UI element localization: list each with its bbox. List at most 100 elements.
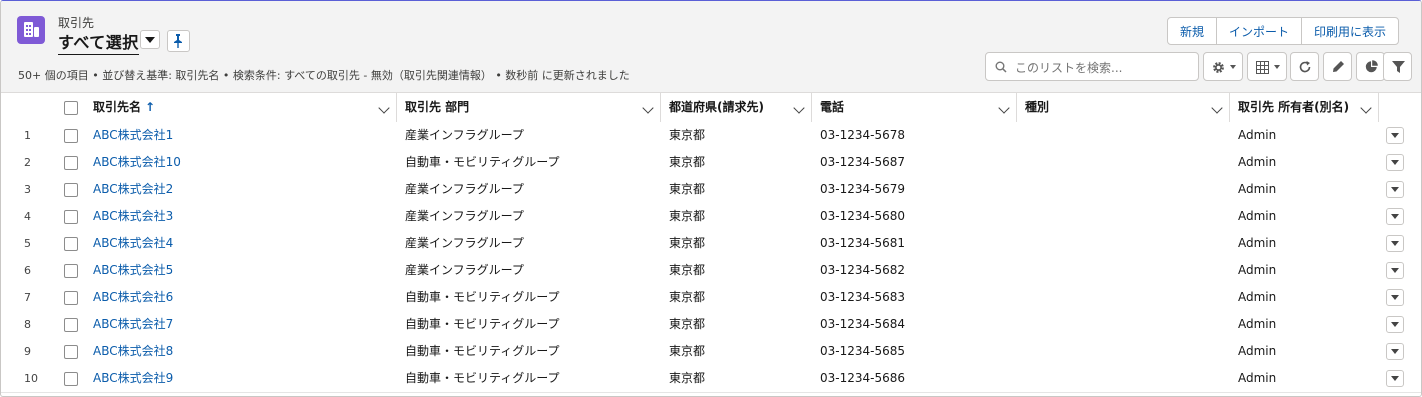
row-actions-chevron-down-icon[interactable] <box>1386 343 1404 360</box>
row-checkbox[interactable] <box>64 237 78 251</box>
account-name-link[interactable]: ABC株式会社8 <box>93 338 173 365</box>
column-header-phone[interactable]: 電話 <box>812 93 1017 122</box>
filter-icon <box>1392 61 1405 73</box>
row-checkbox[interactable] <box>64 129 78 143</box>
list-view-meta-info: 50+ 個の項目 • 並び替え基準: 取引先名 • 検索条件: すべての取引先 … <box>18 69 630 82</box>
owner-alias-cell: Admin <box>1238 317 1277 331</box>
row-actions-chevron-down-icon[interactable] <box>1386 235 1404 252</box>
account-name-link[interactable]: ABC株式会社3 <box>93 203 173 230</box>
division-cell: 産業インフラグループ <box>405 209 524 223</box>
phone-cell: 03-1234-5687 <box>820 155 906 169</box>
row-checkbox[interactable] <box>64 345 78 359</box>
new-button[interactable]: 新規 <box>1167 17 1218 45</box>
chevron-down-icon <box>1274 65 1280 69</box>
chevron-down-icon[interactable] <box>998 102 1010 114</box>
row-actions-chevron-down-icon[interactable] <box>1386 154 1404 171</box>
row-checkbox[interactable] <box>64 264 78 278</box>
phone-cell: 03-1234-5685 <box>820 344 906 358</box>
column-header-billing-state[interactable]: 都道府県(請求先) <box>661 93 812 122</box>
list-search-input[interactable] <box>1013 57 1197 78</box>
row-number: 2 <box>24 156 31 169</box>
column-header-label: 種別 <box>1025 100 1050 114</box>
column-header-division[interactable]: 取引先 部門 <box>397 93 661 122</box>
row-actions-chevron-down-icon[interactable] <box>1386 316 1404 333</box>
account-name-link[interactable]: ABC株式会社2 <box>93 176 173 203</box>
column-header-type[interactable]: 種別 <box>1017 93 1230 122</box>
account-name-link[interactable]: ABC株式会社7 <box>93 311 173 338</box>
gear-icon <box>1213 62 1224 73</box>
division-cell: 自動車・モビリティグループ <box>405 155 560 169</box>
account-name-link[interactable]: ABC株式会社1 <box>93 122 173 149</box>
account-name-link[interactable]: ABC株式会社4 <box>93 230 173 257</box>
row-number: 1 <box>24 129 31 142</box>
table-row: 6 ABC株式会社5 産業インフラグループ 東京都 03-1234-5682 A… <box>1 257 1421 285</box>
list-view-title[interactable]: すべて選択 <box>58 29 139 55</box>
filter-button[interactable] <box>1383 52 1412 81</box>
billing-state-cell: 東京都 <box>669 371 706 385</box>
billing-state-cell: 東京都 <box>669 290 706 304</box>
account-name-link[interactable]: ABC株式会社5 <box>93 257 173 284</box>
row-checkbox[interactable] <box>64 318 78 332</box>
column-header-owner-alias[interactable]: 取引先 所有者(別名) <box>1230 93 1379 122</box>
chevron-down-icon[interactable] <box>1360 102 1372 114</box>
column-header-label: 取引先名 <box>93 100 142 114</box>
column-header-account-name[interactable]: 取引先名 ↑ <box>85 93 397 122</box>
inline-edit-button[interactable] <box>1323 52 1352 81</box>
table-row: 3 ABC株式会社2 産業インフラグループ 東京都 03-1234-5679 A… <box>1 176 1421 204</box>
row-checkbox[interactable] <box>64 210 78 224</box>
row-checkbox[interactable] <box>64 291 78 305</box>
row-number: 3 <box>24 183 31 196</box>
chevron-down-icon[interactable] <box>642 102 654 114</box>
billing-state-cell: 東京都 <box>669 236 706 250</box>
phone-cell: 03-1234-5679 <box>820 182 906 196</box>
division-cell: 自動車・モビリティグループ <box>405 317 560 331</box>
pin-list-view-button[interactable] <box>167 30 190 52</box>
list-view-switcher-chevron-down-icon[interactable] <box>140 30 160 49</box>
list-view-controls-button[interactable] <box>1203 52 1243 81</box>
account-name-link[interactable]: ABC株式会社10 <box>93 149 181 176</box>
division-cell: 自動車・モビリティグループ <box>405 344 560 358</box>
table-row: 9 ABC株式会社8 自動車・モビリティグループ 東京都 03-1234-568… <box>1 338 1421 366</box>
owner-alias-cell: Admin <box>1238 155 1277 169</box>
row-actions-chevron-down-icon[interactable] <box>1386 208 1404 225</box>
billing-state-cell: 東京都 <box>669 128 706 142</box>
row-checkbox[interactable] <box>64 156 78 170</box>
division-cell: 産業インフラグループ <box>405 236 524 250</box>
table-header: 取引先名 ↑ 取引先 部門 都道府県(請求先) 電話 種別 取引先 所有者(別名) <box>1 93 1421 123</box>
row-checkbox[interactable] <box>64 372 78 386</box>
division-cell: 産業インフラグループ <box>405 182 524 196</box>
row-checkbox[interactable] <box>64 183 78 197</box>
display-as-button[interactable] <box>1247 52 1287 81</box>
billing-state-cell: 東京都 <box>669 182 706 196</box>
row-actions-chevron-down-icon[interactable] <box>1386 127 1404 144</box>
account-name-link[interactable]: ABC株式会社9 <box>93 365 173 392</box>
printable-view-button[interactable]: 印刷用に表示 <box>1301 17 1400 45</box>
row-number: 5 <box>24 237 31 250</box>
chart-icon <box>1365 60 1378 73</box>
table-row: 2 ABC株式会社10 自動車・モビリティグループ 東京都 03-1234-56… <box>1 149 1421 177</box>
owner-alias-cell: Admin <box>1238 290 1277 304</box>
column-header-label: 取引先 所有者(別名) <box>1238 100 1350 114</box>
row-actions-chevron-down-icon[interactable] <box>1386 181 1404 198</box>
billing-state-cell: 東京都 <box>669 263 706 277</box>
row-actions-chevron-down-icon[interactable] <box>1386 370 1404 387</box>
row-actions-chevron-down-icon[interactable] <box>1386 289 1404 306</box>
import-button[interactable]: インポート <box>1216 17 1303 45</box>
sort-ascending-icon: ↑ <box>145 100 156 114</box>
chevron-down-icon[interactable] <box>378 102 390 114</box>
chevron-down-icon[interactable] <box>793 102 805 114</box>
owner-alias-cell: Admin <box>1238 128 1277 142</box>
row-number: 8 <box>24 318 31 331</box>
search-icon <box>995 61 1007 73</box>
charts-button[interactable] <box>1356 52 1385 81</box>
billing-state-cell: 東京都 <box>669 155 706 169</box>
chevron-down-icon[interactable] <box>1211 102 1223 114</box>
column-header-label: 取引先 部門 <box>405 100 470 114</box>
row-number: 9 <box>24 345 31 358</box>
account-name-link[interactable]: ABC株式会社6 <box>93 284 173 311</box>
refresh-button[interactable] <box>1290 52 1319 81</box>
billing-state-cell: 東京都 <box>669 317 706 331</box>
table-row: 5 ABC株式会社4 産業インフラグループ 東京都 03-1234-5681 A… <box>1 230 1421 258</box>
select-all-checkbox[interactable] <box>64 101 78 115</box>
row-actions-chevron-down-icon[interactable] <box>1386 262 1404 279</box>
